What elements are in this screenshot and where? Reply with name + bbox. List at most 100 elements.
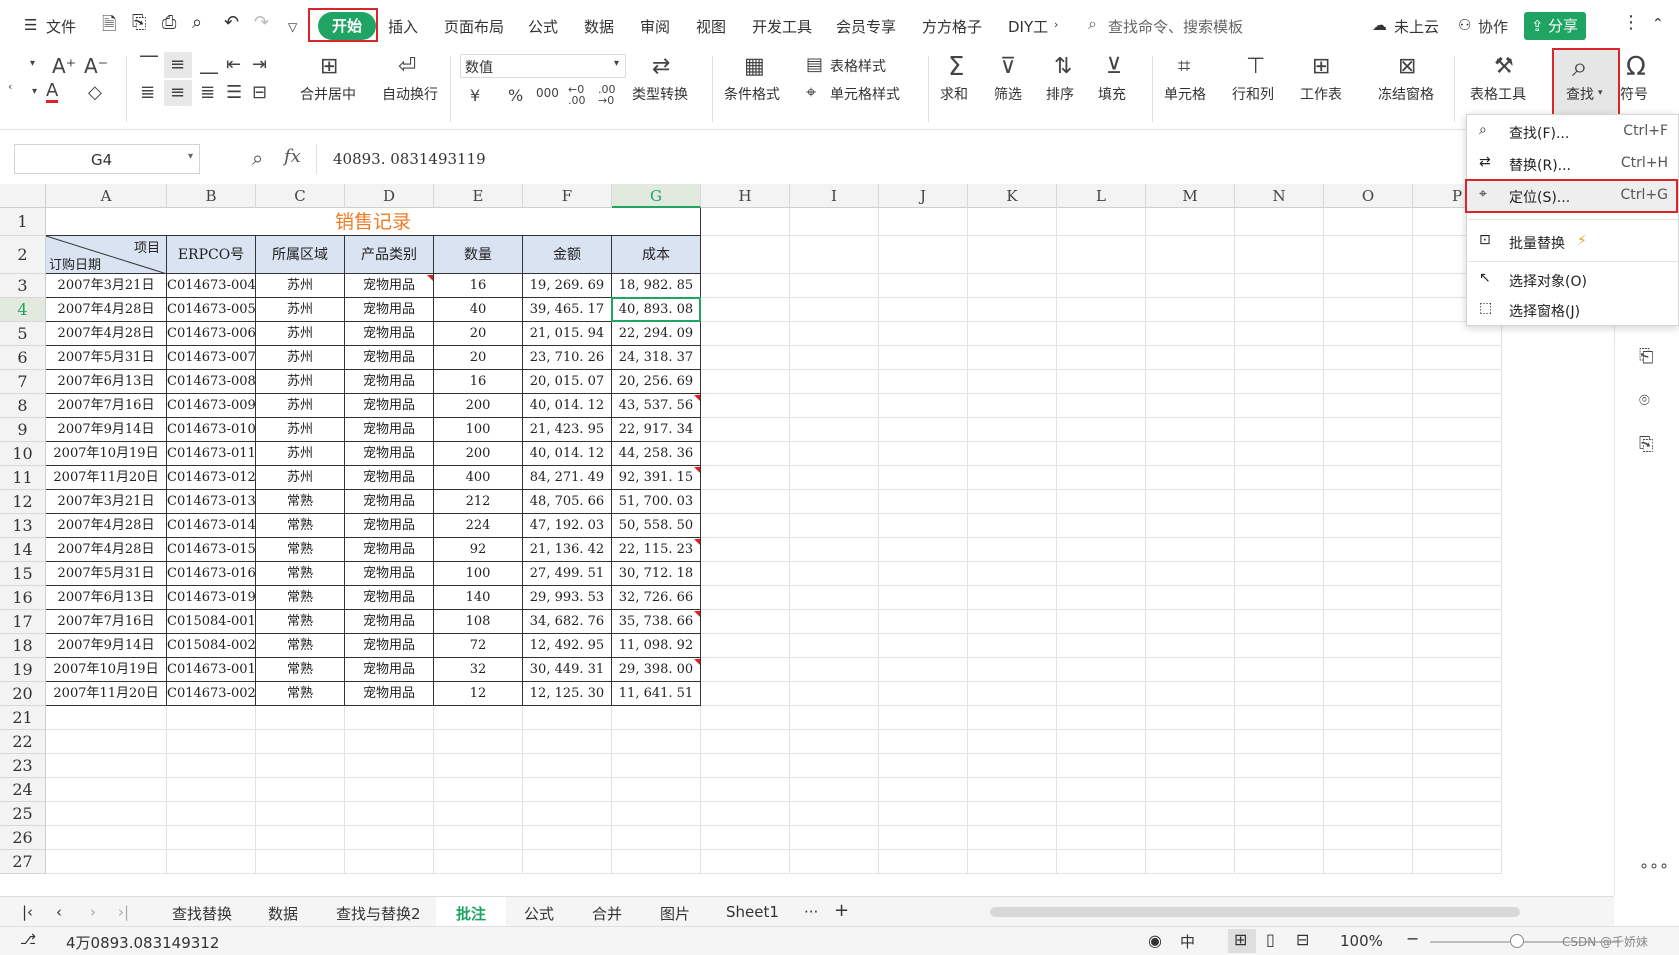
data-cell[interactable]: 宠物用品 bbox=[345, 418, 434, 442]
empty-cell[interactable] bbox=[612, 754, 701, 778]
fill-label[interactable]: 填充 bbox=[1098, 84, 1126, 104]
clear-format-icon[interactable]: ◇ bbox=[88, 82, 102, 103]
data-cell[interactable]: C014673-019 bbox=[167, 586, 256, 610]
empty-cell[interactable] bbox=[1324, 706, 1413, 730]
data-cell[interactable]: 2007年10月19日 bbox=[46, 442, 167, 466]
data-cell[interactable]: 常熟 bbox=[256, 682, 345, 706]
data-cell[interactable]: 47, 192. 03 bbox=[523, 514, 612, 538]
data-cell[interactable]: 12 bbox=[434, 682, 523, 706]
wrap-text-label[interactable]: 自动换行 bbox=[382, 84, 438, 104]
data-cell[interactable]: C014673-010 bbox=[167, 418, 256, 442]
empty-cell[interactable] bbox=[1057, 754, 1146, 778]
column-header-k[interactable]: K bbox=[968, 184, 1057, 208]
empty-cell[interactable] bbox=[968, 562, 1057, 586]
add-sheet-icon[interactable]: + bbox=[834, 900, 849, 921]
data-cell[interactable]: 23, 710. 26 bbox=[523, 346, 612, 370]
data-cell[interactable]: 11, 098. 92 bbox=[612, 634, 701, 658]
empty-cell[interactable] bbox=[1057, 802, 1146, 826]
empty-cell[interactable] bbox=[879, 208, 968, 236]
empty-cell[interactable] bbox=[1413, 418, 1502, 442]
sheet-tab[interactable]: 合并 bbox=[592, 903, 622, 924]
percent-icon[interactable]: % bbox=[508, 86, 523, 105]
empty-cell[interactable] bbox=[968, 298, 1057, 322]
empty-cell[interactable] bbox=[1235, 298, 1324, 322]
data-cell[interactable]: 苏州 bbox=[256, 442, 345, 466]
sheet-tab[interactable]: Sheet1 bbox=[726, 903, 779, 921]
empty-cell[interactable] bbox=[1057, 778, 1146, 802]
empty-cell[interactable] bbox=[879, 298, 968, 322]
comment-indicator[interactable] bbox=[694, 395, 700, 401]
empty-cell[interactable] bbox=[256, 850, 345, 874]
cell-icon[interactable]: ⌗ bbox=[1178, 54, 1190, 79]
empty-cell[interactable] bbox=[1057, 730, 1146, 754]
empty-cell[interactable] bbox=[1235, 490, 1324, 514]
data-cell[interactable]: C014673-014 bbox=[167, 514, 256, 538]
data-cell[interactable]: 宠物用品 bbox=[345, 490, 434, 514]
empty-cell[interactable] bbox=[1324, 490, 1413, 514]
data-cell[interactable]: 2007年4月28日 bbox=[46, 322, 167, 346]
empty-cell[interactable] bbox=[1146, 610, 1235, 634]
data-cell[interactable]: 宠物用品 bbox=[345, 370, 434, 394]
data-cell[interactable]: 40 bbox=[434, 298, 523, 322]
tab-formula[interactable]: 公式 bbox=[528, 16, 558, 37]
data-cell[interactable]: C015084-001 bbox=[167, 610, 256, 634]
cloud-status[interactable]: 未上云 bbox=[1394, 16, 1439, 37]
empty-cell[interactable] bbox=[701, 754, 790, 778]
data-cell[interactable]: 20, 256. 69 bbox=[612, 370, 701, 394]
data-cell[interactable]: 常熟 bbox=[256, 610, 345, 634]
empty-cell[interactable] bbox=[968, 394, 1057, 418]
normal-view-button[interactable]: ⊞ bbox=[1228, 929, 1256, 953]
data-cell[interactable]: 21, 423. 95 bbox=[523, 418, 612, 442]
empty-cell[interactable] bbox=[790, 658, 879, 682]
data-cell[interactable]: 24, 318. 37 bbox=[612, 346, 701, 370]
empty-cell[interactable] bbox=[1146, 466, 1235, 490]
more-tabs-icon[interactable]: › bbox=[1054, 18, 1058, 31]
page-layout-view-icon[interactable]: ▯ bbox=[1266, 930, 1275, 949]
sheet-title-cell[interactable]: 销售记录 bbox=[46, 208, 701, 236]
empty-cell[interactable] bbox=[345, 706, 434, 730]
empty-cell[interactable] bbox=[1235, 442, 1324, 466]
empty-cell[interactable] bbox=[46, 754, 167, 778]
empty-cell[interactable] bbox=[701, 298, 790, 322]
data-cell[interactable]: 2007年6月13日 bbox=[46, 586, 167, 610]
column-header-m[interactable]: M bbox=[1146, 184, 1235, 208]
empty-cell[interactable] bbox=[1057, 682, 1146, 706]
data-cell[interactable]: 宠物用品 bbox=[345, 586, 434, 610]
empty-cell[interactable] bbox=[879, 418, 968, 442]
empty-cell[interactable] bbox=[1057, 538, 1146, 562]
table-tools-label[interactable]: 表格工具 bbox=[1470, 84, 1526, 104]
empty-cell[interactable] bbox=[523, 730, 612, 754]
row-header-25[interactable]: 25 bbox=[0, 802, 46, 826]
empty-cell[interactable] bbox=[1235, 610, 1324, 634]
data-cell[interactable]: 27, 499. 51 bbox=[523, 562, 612, 586]
data-cell[interactable]: 苏州 bbox=[256, 394, 345, 418]
empty-cell[interactable] bbox=[1324, 322, 1413, 346]
increase-indent-icon[interactable]: ⇥ bbox=[252, 54, 267, 75]
data-cell[interactable]: 宠物用品 bbox=[345, 538, 434, 562]
tab-member[interactable]: 会员专享 bbox=[836, 16, 896, 37]
data-cell[interactable]: 宠物用品 bbox=[345, 562, 434, 586]
empty-cell[interactable] bbox=[790, 274, 879, 298]
empty-cell[interactable] bbox=[1324, 802, 1413, 826]
empty-cell[interactable] bbox=[701, 442, 790, 466]
empty-cell[interactable] bbox=[1235, 850, 1324, 874]
share-button[interactable]: ⇪ 分享 bbox=[1524, 12, 1586, 40]
data-cell[interactable]: 宠物用品 bbox=[345, 394, 434, 418]
data-cell[interactable]: 常熟 bbox=[256, 562, 345, 586]
ribbon-scroll-left-icon[interactable]: ‹ bbox=[8, 80, 12, 93]
empty-cell[interactable] bbox=[1413, 514, 1502, 538]
empty-cell[interactable] bbox=[879, 658, 968, 682]
sort-label[interactable]: 排序 bbox=[1046, 84, 1074, 104]
empty-cell[interactable] bbox=[1235, 778, 1324, 802]
data-cell[interactable]: 20 bbox=[434, 346, 523, 370]
freeze-panes-icon[interactable]: ⊠ bbox=[1398, 54, 1416, 79]
data-cell[interactable]: 2007年10月19日 bbox=[46, 658, 167, 682]
empty-cell[interactable] bbox=[790, 514, 879, 538]
freeze-panes-label[interactable]: 冻结窗格 bbox=[1378, 84, 1434, 104]
empty-cell[interactable] bbox=[1413, 466, 1502, 490]
name-box[interactable]: G4 ▾ bbox=[14, 144, 200, 174]
wrap-text-icon[interactable]: ⏎ bbox=[398, 54, 416, 79]
command-search-input[interactable]: 查找命令、搜索模板 bbox=[1108, 16, 1243, 37]
data-cell[interactable]: 宠物用品 bbox=[345, 466, 434, 490]
active-cell-selection[interactable] bbox=[611, 297, 701, 322]
